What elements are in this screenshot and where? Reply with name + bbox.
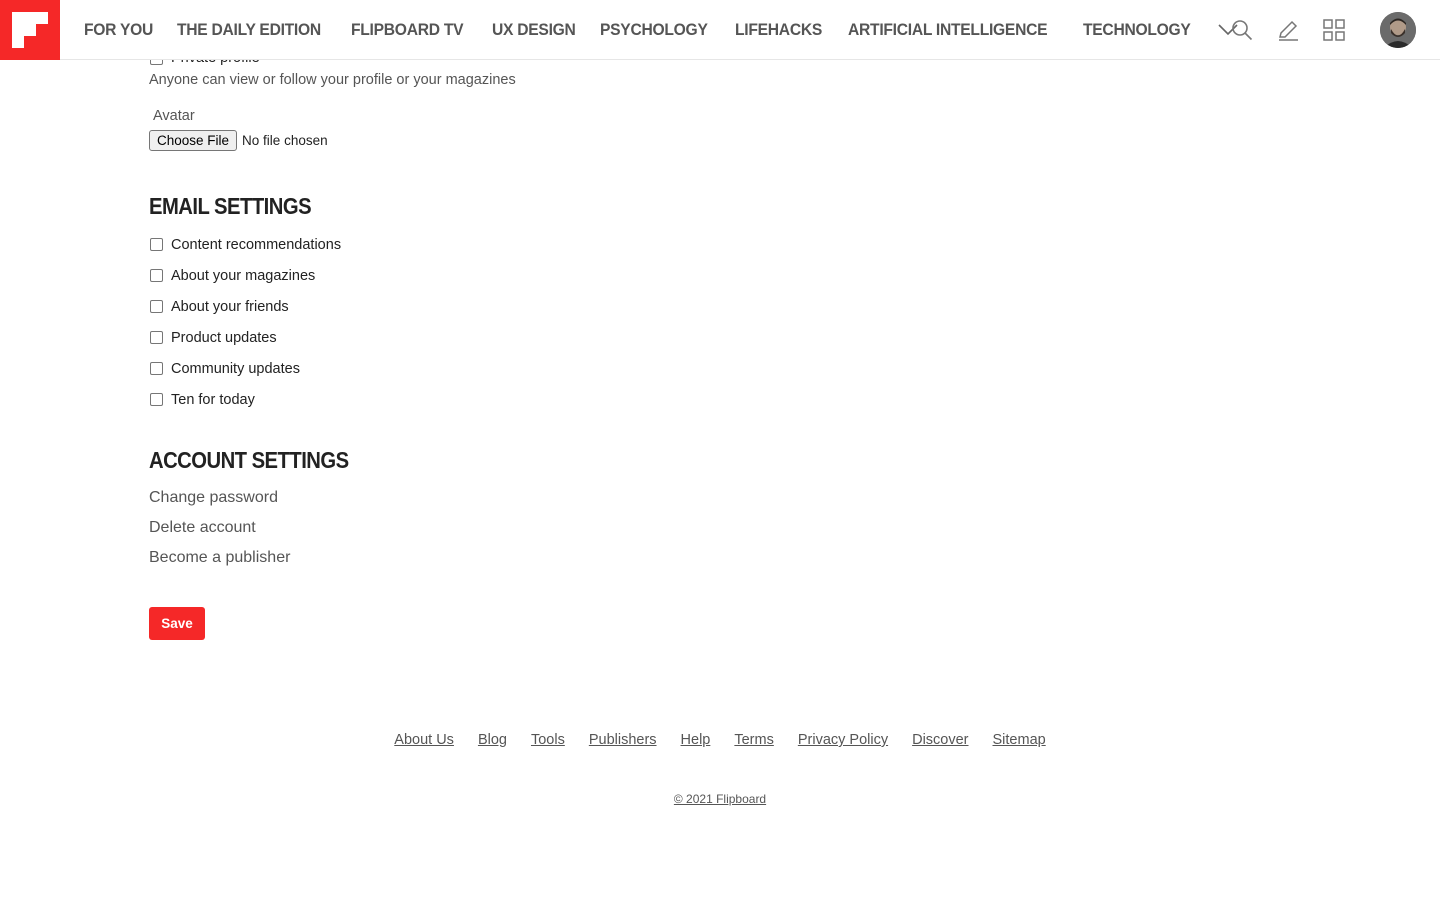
list-item: Community updates xyxy=(149,353,341,384)
footer-link-privacy-policy[interactable]: Privacy Policy xyxy=(798,732,888,748)
private-profile-description: Anyone can view or follow your profile o… xyxy=(149,72,516,88)
flipboard-logo-icon[interactable] xyxy=(0,0,60,60)
checkbox-label: About your friends xyxy=(171,298,289,315)
footer-link-about-us[interactable]: About Us xyxy=(394,732,454,748)
nav-item-lifehacks[interactable]: LIFEHACKS xyxy=(735,20,822,40)
copyright-link[interactable]: © 2021 Flipboard xyxy=(674,792,766,806)
avatar[interactable] xyxy=(1380,12,1416,48)
checkbox-label: Ten for today xyxy=(171,391,255,408)
checkbox-label: Content recommendations xyxy=(171,236,342,253)
avatar-file-input: Choose File No file chosen xyxy=(149,130,328,151)
nav-item-technology[interactable]: TECHNOLOGY xyxy=(1083,20,1191,40)
nav-item-ux-design[interactable]: UX DESIGN xyxy=(492,20,576,40)
checkbox-label: Product updates xyxy=(171,329,277,346)
about-your-magazines-checkbox[interactable] xyxy=(150,269,163,282)
avatar-label: Avatar xyxy=(153,108,195,124)
footer-link-help[interactable]: Help xyxy=(681,732,711,748)
email-settings-list: Content recommendations About your magaz… xyxy=(149,229,341,415)
nav-item-psychology[interactable]: PSYCHOLOGY xyxy=(600,20,708,40)
header-tools xyxy=(1208,0,1416,60)
nav-item-the-daily-edition[interactable]: THE DAILY EDITION xyxy=(177,20,321,40)
footer-link-terms[interactable]: Terms xyxy=(734,732,773,748)
search-icon[interactable] xyxy=(1230,18,1254,42)
topic-nav: FOR YOU THE DAILY EDITION FLIPBOARD TV U… xyxy=(84,0,1239,60)
choose-file-button[interactable]: Choose File xyxy=(149,130,238,151)
delete-account-link[interactable]: Delete account xyxy=(149,513,290,543)
email-settings-title: EMAIL SETTINGS xyxy=(149,193,312,219)
copyright: © 2021 Flipboard xyxy=(0,792,1440,806)
list-item: Content recommendations xyxy=(149,229,341,260)
top-header: FOR YOU THE DAILY EDITION FLIPBOARD TV U… xyxy=(0,0,1440,60)
change-password-link[interactable]: Change password xyxy=(149,483,290,513)
checkbox-label: Community updates xyxy=(171,360,300,377)
footer-links: About Us Blog Tools Publishers Help Term… xyxy=(0,732,1440,748)
footer-link-discover[interactable]: Discover xyxy=(912,732,968,748)
list-item: About your friends xyxy=(149,291,341,322)
community-updates-checkbox[interactable] xyxy=(150,362,163,375)
list-item: Ten for today xyxy=(149,384,341,415)
checkbox-label: About your magazines xyxy=(171,267,316,284)
grid-icon[interactable] xyxy=(1322,18,1346,42)
account-settings-title: ACCOUNT SETTINGS xyxy=(149,447,349,473)
save-button[interactable]: Save xyxy=(149,607,205,640)
ten-for-today-checkbox[interactable] xyxy=(150,393,163,406)
footer-link-publishers[interactable]: Publishers xyxy=(589,732,657,748)
account-settings-links: Change password Delete account Become a … xyxy=(149,483,290,573)
nav-item-for-you[interactable]: FOR YOU xyxy=(84,20,153,40)
list-item: Product updates xyxy=(149,322,341,353)
nav-item-flipboard-tv[interactable]: FLIPBOARD TV xyxy=(351,20,464,40)
about-your-friends-checkbox[interactable] xyxy=(150,300,163,313)
footer-link-tools[interactable]: Tools xyxy=(531,732,565,748)
become-publisher-link[interactable]: Become a publisher xyxy=(149,543,290,573)
pencil-icon[interactable] xyxy=(1276,18,1300,42)
product-updates-checkbox[interactable] xyxy=(150,331,163,344)
footer-link-blog[interactable]: Blog xyxy=(478,732,507,748)
file-status: No file chosen xyxy=(242,133,328,148)
nav-item-artificial-intelligence[interactable]: ARTIFICIAL INTELLIGENCE xyxy=(848,20,1048,40)
footer-link-sitemap[interactable]: Sitemap xyxy=(993,732,1046,748)
list-item: About your magazines xyxy=(149,260,341,291)
content-recommendations-checkbox[interactable] xyxy=(150,238,163,251)
